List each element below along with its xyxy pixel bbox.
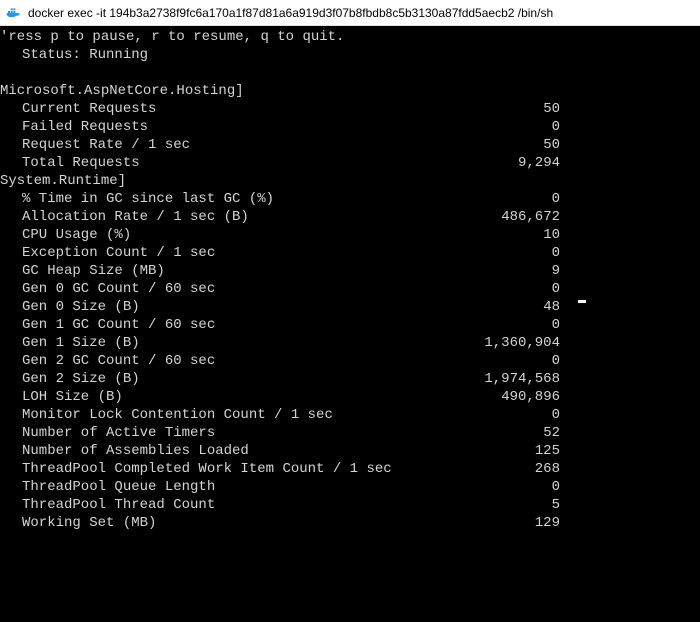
counter-value: 129: [460, 514, 560, 532]
counter-value: 48: [460, 298, 560, 316]
counter-value: 9: [460, 262, 560, 280]
counter-value: 0: [460, 406, 560, 424]
counter-label: Current Requests: [0, 100, 460, 118]
counter-label: ThreadPool Queue Length: [0, 478, 460, 496]
counter-value: 0: [460, 190, 560, 208]
section-header: System.Runtime]: [0, 172, 700, 190]
counter-row: ThreadPool Completed Work Item Count / 1…: [0, 460, 700, 478]
counter-row: Gen 1 Size (B)1,360,904: [0, 334, 700, 352]
counter-value: 9,294: [460, 154, 560, 172]
counter-row: Gen 2 Size (B)1,974,568: [0, 370, 700, 388]
counter-row: Gen 2 GC Count / 60 sec0: [0, 352, 700, 370]
counter-label: LOH Size (B): [0, 388, 460, 406]
counter-label: Gen 1 GC Count / 60 sec: [0, 316, 460, 334]
docker-whale-icon: [6, 5, 22, 21]
counter-value: 490,896: [460, 388, 560, 406]
counter-row: LOH Size (B)490,896: [0, 388, 700, 406]
counter-label: % Time in GC since last GC (%): [0, 190, 460, 208]
counter-row: Request Rate / 1 sec50: [0, 136, 700, 154]
counter-value: 50: [460, 100, 560, 118]
counter-label: ThreadPool Thread Count: [0, 496, 460, 514]
counter-row: Gen 0 Size (B)48: [0, 298, 700, 316]
terminal-output[interactable]: 'ress p to pause, r to resume, q to quit…: [0, 26, 700, 622]
counter-row: CPU Usage (%)10: [0, 226, 700, 244]
terminal-cursor: [578, 300, 586, 303]
status-line: Status: Running: [0, 46, 700, 64]
counter-label: Monitor Lock Contention Count / 1 sec: [0, 406, 460, 424]
counter-value: 5: [460, 496, 560, 514]
counter-row: Total Requests9,294: [0, 154, 700, 172]
counter-value: 0: [460, 478, 560, 496]
counter-row: Current Requests50: [0, 100, 700, 118]
counter-value: 0: [460, 316, 560, 334]
counter-label: Exception Count / 1 sec: [0, 244, 460, 262]
counter-row: Gen 1 GC Count / 60 sec0: [0, 316, 700, 334]
counter-row: ThreadPool Queue Length0: [0, 478, 700, 496]
counter-label: CPU Usage (%): [0, 226, 460, 244]
blank-line: [0, 64, 700, 82]
counter-row: Working Set (MB)129: [0, 514, 700, 532]
counter-label: Allocation Rate / 1 sec (B): [0, 208, 460, 226]
counter-label: Request Rate / 1 sec: [0, 136, 460, 154]
counter-label: Gen 0 GC Count / 60 sec: [0, 280, 460, 298]
counter-value: 1,360,904: [460, 334, 560, 352]
counter-value: 486,672: [460, 208, 560, 226]
counter-label: Gen 2 Size (B): [0, 370, 460, 388]
counter-label: GC Heap Size (MB): [0, 262, 460, 280]
counter-label: Gen 0 Size (B): [0, 298, 460, 316]
counter-value: 52: [460, 424, 560, 442]
counter-row: Number of Active Timers52: [0, 424, 700, 442]
counter-value: 0: [460, 244, 560, 262]
window-titlebar[interactable]: docker exec -it 194b3a2738f9fc6a170a1f87…: [0, 0, 700, 26]
counter-row: Monitor Lock Contention Count / 1 sec0: [0, 406, 700, 424]
counter-value: 0: [460, 280, 560, 298]
counter-label: Working Set (MB): [0, 514, 460, 532]
counter-label: Total Requests: [0, 154, 460, 172]
counter-row: Allocation Rate / 1 sec (B)486,672: [0, 208, 700, 226]
counter-row: Gen 0 GC Count / 60 sec0: [0, 280, 700, 298]
counter-value: 1,974,568: [460, 370, 560, 388]
counter-row: Number of Assemblies Loaded125: [0, 442, 700, 460]
window-title-text: docker exec -it 194b3a2738f9fc6a170a1f87…: [28, 6, 553, 20]
counter-value: 0: [460, 352, 560, 370]
counter-row: ThreadPool Thread Count5: [0, 496, 700, 514]
counter-label: ThreadPool Completed Work Item Count / 1…: [0, 460, 460, 478]
counter-row: Exception Count / 1 sec0: [0, 244, 700, 262]
counter-label: Gen 2 GC Count / 60 sec: [0, 352, 460, 370]
counter-row: Failed Requests0: [0, 118, 700, 136]
help-line: 'ress p to pause, r to resume, q to quit…: [0, 28, 700, 46]
counter-value: 0: [460, 118, 560, 136]
counter-row: GC Heap Size (MB)9: [0, 262, 700, 280]
section-header: Microsoft.AspNetCore.Hosting]: [0, 82, 700, 100]
counter-value: 125: [460, 442, 560, 460]
counter-label: Number of Assemblies Loaded: [0, 442, 460, 460]
counter-label: Failed Requests: [0, 118, 460, 136]
counter-label: Gen 1 Size (B): [0, 334, 460, 352]
counter-value: 268: [460, 460, 560, 478]
counter-value: 10: [460, 226, 560, 244]
counter-label: Number of Active Timers: [0, 424, 460, 442]
counter-row: % Time in GC since last GC (%)0: [0, 190, 700, 208]
counter-value: 50: [460, 136, 560, 154]
